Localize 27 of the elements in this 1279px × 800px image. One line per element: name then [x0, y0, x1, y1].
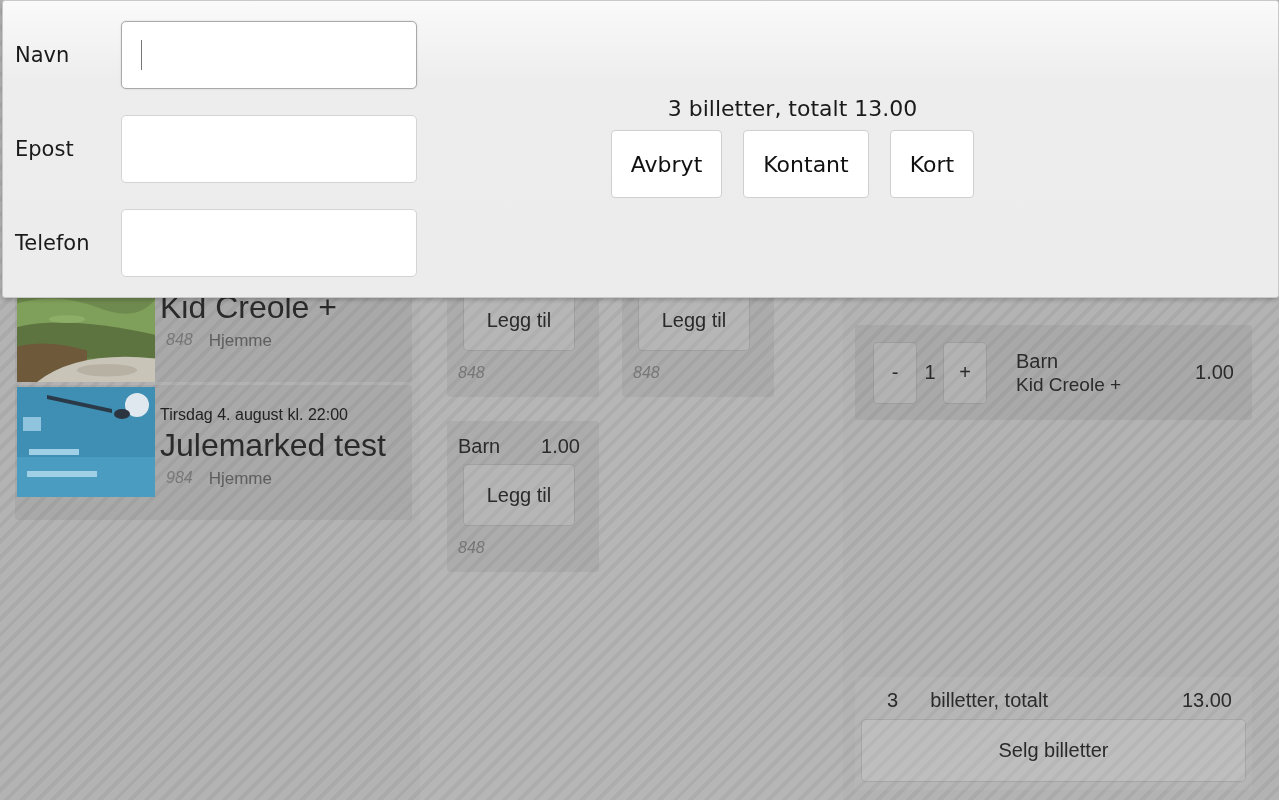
item-name: Barn	[1016, 348, 1060, 373]
quantity: 1	[923, 361, 937, 384]
event-venue: Hjemme	[208, 331, 272, 351]
input-field[interactable]	[121, 115, 417, 183]
payment-button[interactable]: Avbryt	[610, 130, 723, 198]
payment-button[interactable]: Kort	[889, 130, 975, 198]
sell-button[interactable]: Selg billetter	[861, 719, 1246, 782]
payment-button[interactable]: Kontant	[743, 130, 869, 198]
event-date: Tirsdag 4. august kl. 22:00	[160, 405, 349, 425]
item-event: Kid Creole +	[1016, 372, 1123, 397]
field-label: Navn	[15, 43, 71, 67]
event-title: Julemarked test	[160, 426, 387, 465]
order-summary: 3 billetter, totalt 13.00	[667, 95, 918, 123]
input-field[interactable]	[121, 209, 417, 277]
ticket-name: Barn	[458, 434, 501, 458]
event-venue: Hjemme	[208, 469, 272, 489]
input-field[interactable]	[121, 21, 417, 89]
item-price: 1.00	[1195, 361, 1234, 384]
ticket-price: 1.00	[541, 434, 580, 458]
text-cursor	[141, 40, 142, 70]
total-amount: 13.00	[1181, 688, 1232, 713]
total-count: 3	[887, 688, 899, 713]
total-label: billetter, totalt	[930, 688, 1049, 713]
field-label: Epost	[15, 137, 75, 161]
decrease-button[interactable]: -	[873, 341, 917, 404]
increase-button[interactable]: +	[943, 341, 987, 404]
add-button[interactable]: Legg til	[463, 464, 575, 526]
